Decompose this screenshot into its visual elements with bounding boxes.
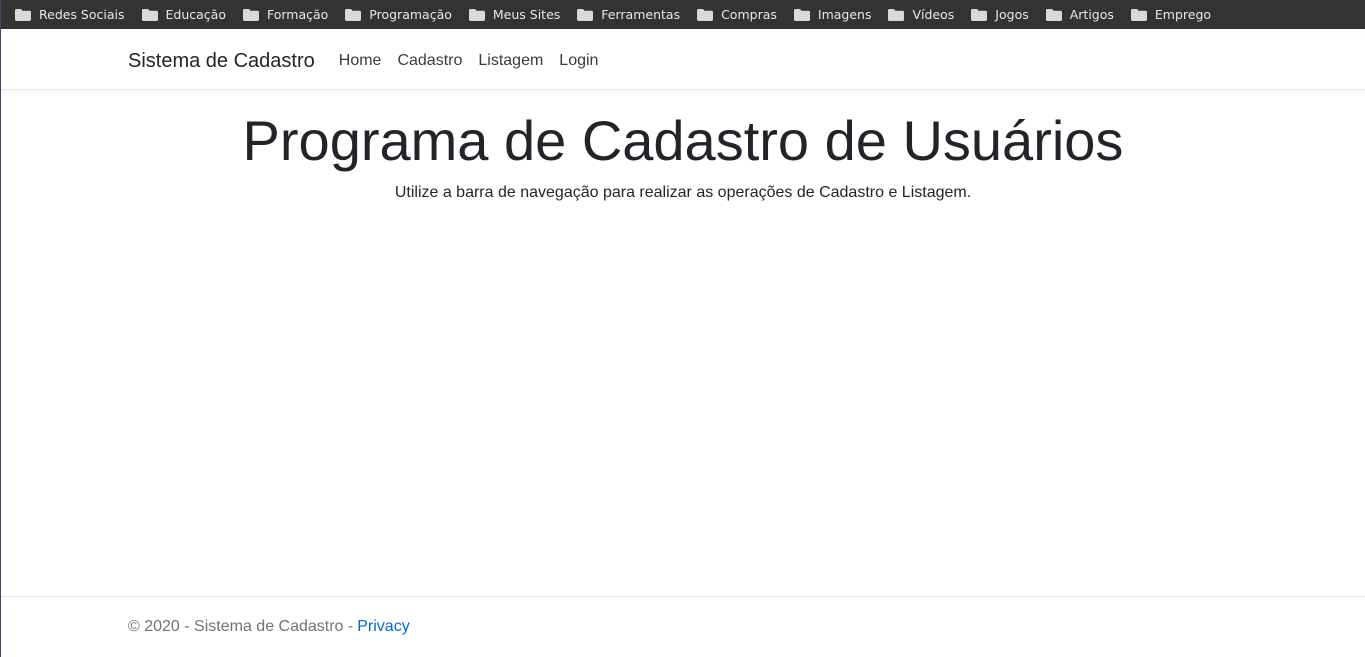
bookmark-label: Jogos [995, 7, 1029, 22]
navbar: Sistema de Cadastro Home Cadastro Listag… [1, 33, 1365, 90]
bookmark-label: Meus Sites [492, 7, 561, 22]
bookmark-educacao[interactable]: Educação [141, 7, 226, 22]
folder-icon [697, 8, 714, 21]
folder-icon [141, 8, 158, 21]
page-title: Programa de Cadastro de Usuários [242, 109, 1124, 172]
nav-link-listagem[interactable]: Listagem [478, 52, 543, 70]
folder-icon [577, 8, 594, 21]
bookmark-programacao[interactable]: Programação [345, 7, 452, 22]
bookmark-formacao[interactable]: Formação [242, 7, 329, 22]
bookmark-label: Formação [266, 7, 329, 22]
folder-icon [345, 8, 362, 21]
folder-icon [242, 8, 259, 21]
navbar-brand[interactable]: Sistema de Cadastro [128, 50, 315, 73]
bookmark-compras[interactable]: Compras [697, 7, 777, 22]
bookmark-label: Ferramentas [601, 7, 681, 22]
main-content: Programa de Cadastro de Usuários Utilize… [1, 90, 1365, 202]
footer-text: © 2020 - Sistema de Cadastro - [128, 618, 354, 635]
footer: © 2020 - Sistema de Cadastro - Privacy [1, 596, 1365, 657]
folder-icon [971, 8, 988, 21]
folder-icon [1130, 8, 1147, 21]
bookmark-label: Imagens [817, 7, 872, 22]
nav-link-login[interactable]: Login [559, 52, 598, 70]
bookmark-emprego[interactable]: Emprego [1130, 7, 1212, 22]
bookmark-label: Compras [721, 7, 777, 22]
bookmark-jogos[interactable]: Jogos [971, 7, 1029, 22]
bookmark-artigos[interactable]: Artigos [1045, 7, 1114, 22]
folder-icon [1045, 8, 1062, 21]
bookmark-label: Artigos [1069, 7, 1114, 22]
bookmark-label: Redes Sociais [39, 7, 125, 22]
folder-icon [15, 8, 31, 21]
privacy-link[interactable]: Privacy [357, 618, 409, 636]
bookmark-label: Emprego [1154, 7, 1212, 22]
page-lead: Utilize a barra de navegação para realiz… [394, 184, 972, 201]
nav-link-cadastro[interactable]: Cadastro [397, 52, 462, 70]
bookmark-label: Programação [369, 7, 452, 22]
bookmark-ferramentas[interactable]: Ferramentas [577, 7, 680, 22]
bookmarks-bar: Redes Sociais Educação Formação Programa… [1, 0, 1365, 29]
folder-icon [793, 8, 810, 21]
bookmark-imagens[interactable]: Imagens [793, 7, 872, 22]
bookmark-label: Vídeos [912, 7, 955, 22]
nav-link-home[interactable]: Home [339, 52, 382, 70]
bookmark-redes-sociais[interactable]: Redes Sociais [15, 7, 125, 22]
folder-icon [888, 8, 905, 21]
bookmark-label: Educação [165, 7, 226, 22]
bookmark-meus-sites[interactable]: Meus Sites [468, 7, 561, 22]
folder-icon [468, 8, 485, 21]
bookmark-videos[interactable]: Vídeos [888, 7, 954, 22]
